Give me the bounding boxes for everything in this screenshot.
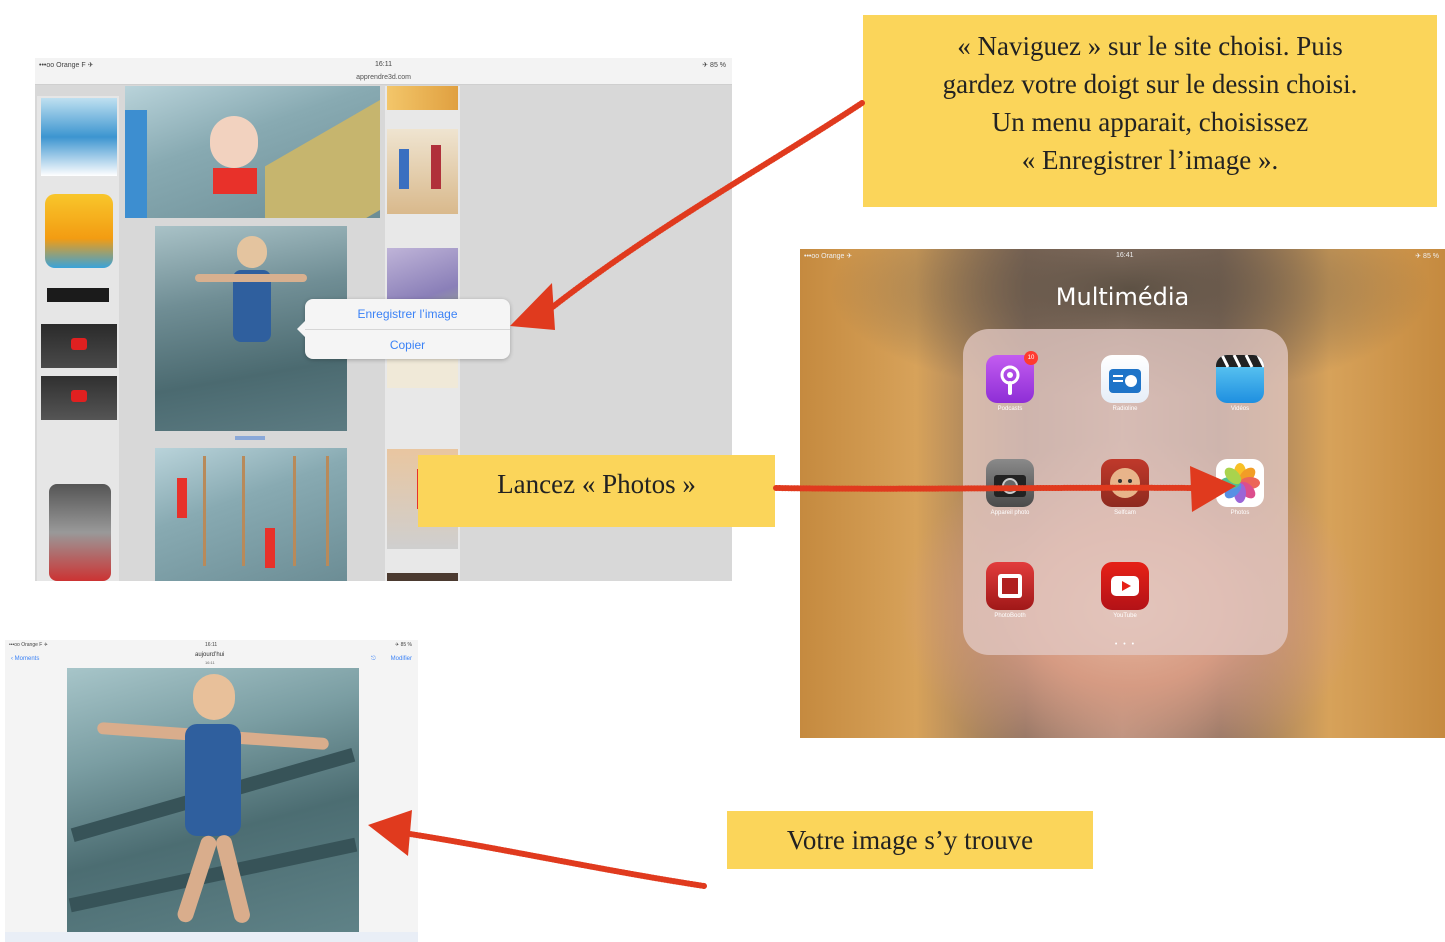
home-screen-screenshot: •••oo Orange ✈ 16:41 ✈ 85 % Multimédia 1…: [800, 249, 1445, 738]
callout-votre-image: Votre image s’y trouve: [727, 811, 1093, 869]
app-label: Photos: [1230, 510, 1250, 516]
app-logo-thumbnail[interactable]: [45, 194, 113, 268]
app-youtube[interactable]: YouTube: [1100, 562, 1150, 619]
caption-link[interactable]: [235, 436, 265, 440]
app-label: Vidéos: [1230, 406, 1250, 412]
status-carrier: •••oo Orange ✈: [804, 253, 853, 260]
edit-button[interactable]: Modifier: [391, 656, 412, 662]
sports-thumbnail[interactable]: [387, 86, 458, 110]
callout-naviguez: « Naviguez » sur le site choisi. Puis ga…: [863, 15, 1437, 207]
status-carrier: •••oo Orange F ✈: [9, 642, 48, 648]
app-label: Appareil photo: [990, 510, 1030, 516]
nav-title: aujourd’hui: [195, 652, 225, 658]
phone-thumbnail[interactable]: [49, 484, 111, 581]
photobooth-icon: [986, 562, 1034, 610]
status-bar: •••oo Orange ✈ 16:41 ✈ 85 %: [800, 249, 1445, 263]
callout-line: gardez votre doigt sur le dessin choisi.: [942, 69, 1358, 99]
folder-title: Multimédia: [1055, 283, 1190, 311]
app-radioline[interactable]: Radioline: [1100, 355, 1150, 412]
portrait-thumbnail[interactable]: [387, 573, 458, 581]
app-label: Podcasts: [997, 406, 1023, 412]
status-time: 16:41: [1116, 252, 1134, 259]
girl-in-pool-image[interactable]: [125, 86, 380, 218]
podcasts-icon: 10: [986, 351, 1038, 403]
soccer-thumbnail[interactable]: [41, 98, 117, 176]
arrow-to-saved-photo: [368, 810, 707, 889]
callout-text: Lancez « Photos »: [497, 469, 696, 499]
saved-swimmer-photo[interactable]: [67, 668, 359, 932]
app-label: Radioline: [1112, 406, 1138, 412]
black-banner[interactable]: [47, 288, 109, 302]
camera-icon: [986, 459, 1034, 507]
status-bar: •••oo Orange F ✈ 16:11 ✈ 85 %: [35, 58, 732, 72]
save-image-menu-item[interactable]: Enregistrer l’image: [305, 299, 510, 329]
status-carrier: •••oo Orange F ✈: [39, 62, 94, 69]
multimedia-folder: 10 Podcasts Radioline Vidéos Appareil ph…: [963, 329, 1288, 655]
navigation-bar: ‹ Moments aujourd’hui 16:11 ⎋ Modifier: [5, 650, 418, 670]
app-label: Selfcam: [1114, 510, 1136, 516]
selfcam-icon: [1101, 459, 1149, 507]
app-podcasts[interactable]: 10 Podcasts: [985, 351, 1038, 412]
photos-app-screenshot: •••oo Orange F ✈ 16:11 ✈ 85 % ‹ Moments …: [5, 640, 418, 942]
app-label: YouTube: [1113, 613, 1137, 619]
copy-menu-item[interactable]: Copier: [305, 329, 510, 360]
app-selfcam[interactable]: Selfcam: [1100, 459, 1150, 516]
share-icon[interactable]: ⎋: [371, 656, 376, 663]
url-bar[interactable]: apprendre3d.com: [35, 72, 732, 85]
basketball-thumbnail[interactable]: [387, 129, 458, 214]
callout-line: Un menu apparait, choisissez: [991, 107, 1309, 137]
app-label: PhotoBooth: [994, 613, 1026, 619]
youtube-icon: [1101, 562, 1149, 610]
callout-text: Votre image s’y trouve: [786, 825, 1034, 855]
status-time: 16:11: [205, 642, 218, 648]
status-bar: •••oo Orange F ✈ 16:11 ✈ 85 %: [5, 640, 418, 650]
bottom-toolbar: [5, 932, 418, 942]
callout-line: « Enregistrer l’image ».: [1021, 145, 1279, 175]
app-videos[interactable]: Vidéos: [1215, 355, 1265, 412]
menu-tail: [297, 321, 305, 337]
callout-lancez-photos: Lancez « Photos »: [418, 455, 775, 527]
photos-flower-icon: [1216, 459, 1264, 507]
page-indicator: • • •: [1114, 641, 1137, 648]
surfboard-thumbnail[interactable]: [387, 358, 458, 388]
status-battery: ✈ 85 %: [1415, 253, 1439, 260]
app-camera[interactable]: Appareil photo: [985, 459, 1035, 516]
ladder-image[interactable]: [155, 448, 347, 581]
back-button[interactable]: ‹ Moments: [11, 656, 39, 662]
nav-subtitle: 16:11: [205, 660, 215, 665]
context-menu: Enregistrer l’image Copier: [297, 299, 510, 360]
status-battery: ✈ 85 %: [395, 642, 412, 648]
left-column: [37, 96, 119, 581]
radio-icon: [1101, 355, 1149, 403]
notification-badge: 10: [1024, 351, 1038, 365]
video-thumbnail[interactable]: [41, 376, 117, 420]
status-time: 16:11: [375, 61, 392, 68]
video-thumbnail[interactable]: [41, 324, 117, 368]
callout-line: « Naviguez » sur le site choisi. Puis: [957, 31, 1343, 61]
status-battery: ✈ 85 %: [702, 62, 726, 69]
app-photos[interactable]: Photos: [1215, 459, 1265, 516]
app-photobooth[interactable]: PhotoBooth: [985, 562, 1035, 619]
clapper-icon: [1216, 355, 1264, 403]
